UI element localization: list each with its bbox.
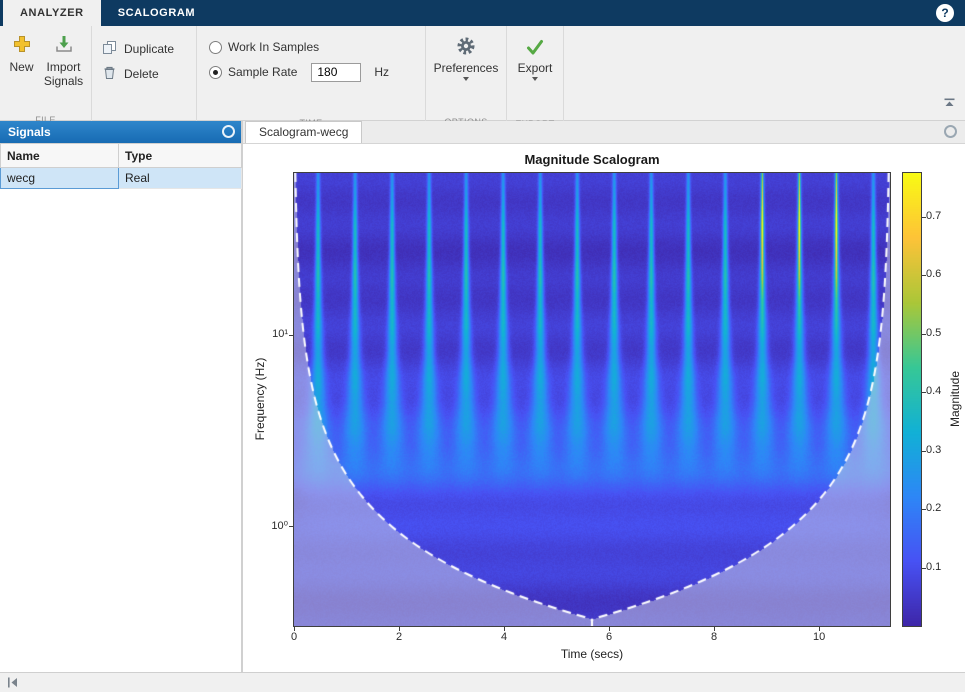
colorbar-tick-mark — [922, 217, 926, 218]
y-tick-label: 10⁰ — [254, 519, 288, 532]
duplicate-icon — [102, 40, 117, 58]
y-tick-label: 10¹ — [254, 328, 288, 340]
y-tick-mark — [289, 335, 293, 336]
colorbar-tick-label: 0.5 — [926, 327, 954, 339]
x-tick-label: 6 — [596, 631, 622, 643]
colorbar-tick-label: 0.1 — [926, 561, 954, 573]
x-tick-label: 10 — [806, 631, 832, 643]
gear-icon[interactable] — [456, 36, 476, 59]
panel-options-icon[interactable] — [222, 125, 235, 138]
colorbar-tick-mark — [922, 392, 926, 393]
work-in-samples-option[interactable]: Work In Samples — [209, 37, 425, 57]
colorbar-tick-mark — [922, 275, 926, 276]
check-icon[interactable] — [526, 38, 544, 59]
import-signals-label: Import Signals — [42, 61, 86, 89]
colorbar-tick-mark — [922, 451, 926, 452]
delete-button[interactable]: Delete — [102, 64, 196, 84]
signals-table: Name Type wecgReal — [0, 143, 242, 189]
signals-panel-header: Signals — [0, 121, 241, 143]
scalogram-plot: Magnitude Scalogram Frequency (Hz) Time … — [243, 144, 965, 672]
section-time: Work In Samples Sample Rate Hz TIME — [197, 26, 426, 131]
help-icon[interactable]: ? — [936, 4, 954, 22]
signals-panel-title: Signals — [8, 125, 51, 139]
sample-rate-unit: Hz — [374, 65, 389, 79]
signal-name-cell[interactable]: wecg — [1, 168, 119, 189]
delete-icon — [102, 65, 117, 83]
colorbar-tick-label: 0.2 — [926, 502, 954, 514]
y-axis-label: Frequency (Hz) — [253, 358, 267, 441]
x-tick-mark — [714, 627, 715, 631]
import-signals-button[interactable]: Import Signals — [42, 34, 86, 128]
x-tick-mark — [294, 627, 295, 631]
sample-rate-option[interactable]: Sample Rate Hz — [209, 62, 425, 82]
x-tick-label: 4 — [491, 631, 517, 643]
tab-scalogram[interactable]: SCALOGRAM — [101, 0, 213, 26]
x-tick-mark — [819, 627, 820, 631]
section-file: New Import Signals FILE — [0, 26, 92, 128]
status-bar — [0, 672, 965, 692]
new-button[interactable]: New — [6, 34, 38, 128]
colorbar-tick-mark — [922, 568, 926, 569]
sample-rate-radio[interactable] — [209, 66, 222, 79]
column-header-type: Type — [119, 144, 242, 168]
x-tick-mark — [609, 627, 610, 631]
x-tick-label: 2 — [386, 631, 412, 643]
colorbar — [903, 173, 921, 626]
document-area: Scalogram-wecg Magnitude Scalogram Frequ… — [243, 121, 965, 672]
work-in-samples-radio[interactable] — [209, 41, 222, 54]
x-tick-mark — [399, 627, 400, 631]
colorbar-tick-mark — [922, 334, 926, 335]
colorbar-tick-label: 0.4 — [926, 385, 954, 397]
import-icon — [54, 34, 74, 58]
document-tab-bar: Scalogram-wecg — [243, 121, 965, 144]
colorbar-tick-label: 0.3 — [926, 444, 954, 456]
plot-title: Magnitude Scalogram — [294, 152, 890, 167]
wavelet-analyzer-app: ANALYZER SCALOGRAM ? New Import Signals … — [0, 0, 965, 692]
caret-down-icon[interactable] — [532, 77, 538, 81]
sample-rate-input[interactable] — [311, 63, 361, 82]
work-in-samples-label: Work In Samples — [228, 40, 319, 54]
sample-rate-label: Sample Rate — [228, 65, 297, 79]
x-tick-label: 8 — [701, 631, 727, 643]
x-axis-label: Time (secs) — [294, 647, 890, 661]
signals-panel: Signals Name Type wecgReal — [0, 121, 243, 672]
section-export: Export EXPORT — [507, 26, 564, 132]
x-tick-label: 0 — [281, 631, 307, 643]
export-label[interactable]: Export — [518, 61, 553, 75]
scalogram-canvas[interactable] — [294, 173, 890, 626]
column-header-name: Name — [1, 144, 119, 168]
colorbar-tick-label: 0.7 — [926, 210, 954, 222]
preferences-label[interactable]: Preferences — [434, 61, 499, 75]
toolstrip-ribbon: New Import Signals FILE Duplicate — [0, 26, 965, 121]
section-selected-signal: Duplicate Delete SELECTED SIGNAL — [92, 26, 197, 133]
colorbar-canvas — [903, 173, 921, 626]
duplicate-button[interactable]: Duplicate — [102, 39, 196, 59]
delete-label: Delete — [124, 67, 159, 81]
colorbar-tick-label: 0.6 — [926, 268, 954, 280]
new-icon — [12, 34, 32, 58]
signal-type-cell[interactable]: Real — [119, 168, 242, 189]
collapse-toolstrip-icon[interactable] — [943, 97, 956, 115]
section-options: Preferences OPTIONS — [426, 26, 507, 130]
colorbar-tick-mark — [922, 509, 926, 510]
y-tick-mark — [289, 526, 293, 527]
duplicate-label: Duplicate — [124, 42, 174, 56]
tab-scalogram-wecg[interactable]: Scalogram-wecg — [245, 121, 362, 143]
tab-analyzer[interactable]: ANALYZER — [3, 0, 101, 26]
table-row[interactable]: wecgReal — [1, 168, 242, 189]
caret-down-icon[interactable] — [463, 77, 469, 81]
new-label: New — [9, 61, 33, 75]
ribbon-spacer — [564, 26, 965, 120]
axes-area — [294, 173, 890, 626]
x-tick-mark — [504, 627, 505, 631]
toolstrip-tab-bar: ANALYZER SCALOGRAM ? — [0, 0, 965, 26]
panel-options-icon[interactable] — [944, 125, 957, 138]
colorbar-label: Magnitude — [948, 371, 962, 427]
collapse-panel-icon[interactable] — [6, 676, 19, 692]
